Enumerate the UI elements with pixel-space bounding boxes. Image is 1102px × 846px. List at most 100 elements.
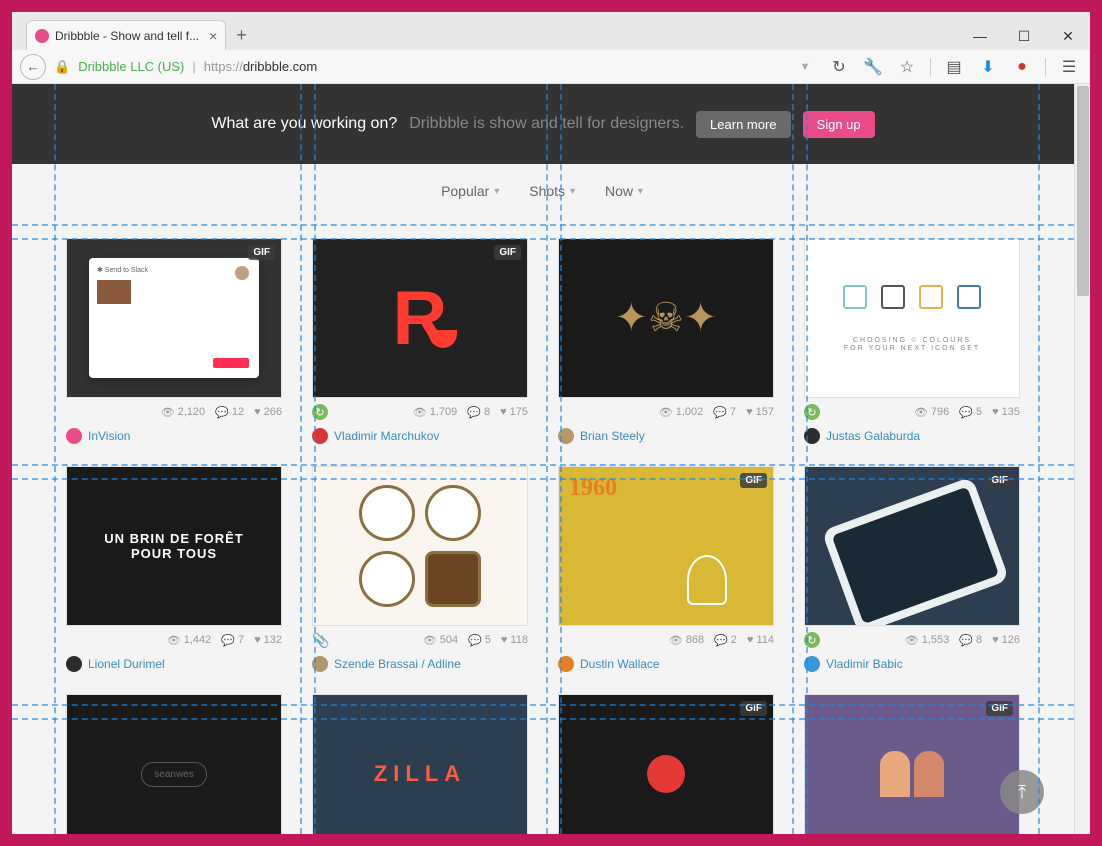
gif-badge: GIF — [740, 701, 767, 716]
shot-thumbnail[interactable]: UN BRIN DE FORÊTPOUR TOUS — [66, 466, 282, 626]
learn-more-button[interactable]: Learn more — [696, 111, 790, 138]
filter-popular[interactable]: Popular▼ — [441, 183, 501, 199]
views-stat: 👁796 — [914, 406, 949, 419]
bookmark-star-icon[interactable]: ☆ — [894, 54, 920, 80]
shot-thumbnail[interactable]: GIF — [558, 694, 774, 834]
shot-thumbnail[interactable]: GIF — [804, 466, 1020, 626]
back-to-top-button[interactable]: ⤒ — [1000, 770, 1044, 814]
devtools-icon[interactable]: 🔧 — [860, 54, 886, 80]
rebound-icon: ↻ — [312, 404, 328, 420]
eye-icon: 👁 — [413, 406, 427, 419]
shot-card: CHOOSING ⟐ COLOURSFOR YOUR NEXT ICON SET… — [804, 238, 1020, 444]
views-stat: 👁1,553 — [905, 634, 950, 647]
comments-stat: 💬5 — [468, 634, 491, 647]
author-name[interactable]: InVision — [88, 429, 130, 443]
heart-icon: ♥ — [747, 634, 754, 646]
gif-badge: GIF — [986, 701, 1013, 716]
url-separator: | — [192, 59, 195, 74]
shot-card: seanwes — [66, 694, 282, 834]
shot-author[interactable]: InVision — [66, 428, 282, 444]
views-stat: 👁504 — [423, 634, 458, 647]
shot-thumbnail[interactable]: ✦☠✦ — [558, 238, 774, 398]
shot-author[interactable]: Dustin Wallace — [558, 656, 774, 672]
comments-stat: 💬5 — [959, 406, 982, 419]
shot-thumbnail[interactable]: GIF — [804, 694, 1020, 834]
author-name[interactable]: Lionel Durimel — [88, 657, 165, 671]
heart-icon: ♥ — [254, 634, 261, 646]
shots-grid: ✱ Send to Slack GIF 👁2,120 💬12 ♥266 InVi… — [12, 218, 1074, 834]
maximize-button[interactable]: ☐ — [1002, 22, 1046, 50]
eye-icon: 👁 — [905, 634, 919, 647]
close-tab-icon[interactable]: × — [209, 28, 217, 44]
shot-thumbnail[interactable]: seanwes — [66, 694, 282, 834]
shot-thumbnail[interactable]: 1960 GIF — [558, 466, 774, 626]
likes-stat: ♥175 — [500, 406, 528, 418]
author-name[interactable]: Brian Steely — [580, 429, 645, 443]
back-button[interactable]: ← — [20, 54, 46, 80]
viewport: What are you working on? Dribbble is sho… — [12, 84, 1090, 834]
shot-thumbnail[interactable]: ZILLA — [312, 694, 528, 834]
avatar — [558, 428, 574, 444]
author-name[interactable]: Szende Brassai / Adline — [334, 657, 461, 671]
eye-icon: 👁 — [659, 406, 673, 419]
avatar — [804, 656, 820, 672]
shot-thumbnail[interactable]: CHOOSING ⟐ COLOURSFOR YOUR NEXT ICON SET — [804, 238, 1020, 398]
shot-thumbnail[interactable] — [312, 466, 528, 626]
views-stat: 👁1,002 — [659, 406, 704, 419]
shot-author[interactable]: Vladimir Marchukov — [312, 428, 528, 444]
filter-shots[interactable]: Shots▼ — [529, 183, 577, 199]
scrollbar-thumb[interactable] — [1077, 86, 1089, 296]
author-name[interactable]: Dustin Wallace — [580, 657, 660, 671]
shot-stats: 📎 👁504 💬5 ♥118 — [312, 626, 528, 654]
heart-icon: ♥ — [254, 406, 261, 418]
gif-badge: GIF — [494, 245, 521, 260]
shot-author[interactable]: Szende Brassai / Adline — [312, 656, 528, 672]
chevron-down-icon: ▼ — [492, 186, 501, 196]
close-window-button[interactable]: ✕ — [1046, 22, 1090, 50]
shot-row: seanwes ZILLA GIF GIF — [66, 694, 1020, 834]
views-stat: 👁1,709 — [413, 406, 458, 419]
downloads-icon[interactable]: ⬇ — [975, 54, 1001, 80]
reader-icon[interactable]: ▤ — [941, 54, 967, 80]
minimize-button[interactable]: — — [958, 22, 1002, 50]
comments-stat: 💬12 — [215, 406, 244, 419]
menu-button[interactable]: ☰ — [1056, 54, 1082, 80]
filter-now[interactable]: Now▼ — [605, 183, 645, 199]
site-identity[interactable]: Dribbble LLC (US) — [78, 59, 184, 74]
shot-author[interactable]: Justas Galaburda — [804, 428, 1020, 444]
toolbar-separator — [930, 58, 931, 76]
sign-up-button[interactable]: Sign up — [803, 111, 875, 138]
likes-stat: ♥114 — [747, 634, 774, 646]
comment-icon: 💬 — [713, 406, 727, 419]
shot-thumbnail[interactable]: ✱ Send to Slack GIF — [66, 238, 282, 398]
url-field[interactable]: https://dribbble.com — [204, 59, 317, 74]
eye-icon: 👁 — [669, 634, 683, 647]
shot-card: GIF — [558, 694, 774, 834]
shot-card: ZILLA — [312, 694, 528, 834]
shot-row: ✱ Send to Slack GIF 👁2,120 💬12 ♥266 InVi… — [66, 238, 1020, 444]
shot-thumbnail[interactable]: R GIF — [312, 238, 528, 398]
shot-author[interactable]: Vladimir Babic — [804, 656, 1020, 672]
comment-icon: 💬 — [221, 634, 235, 647]
shot-card: 📎 👁504 💬5 ♥118 Szende Brassai / Adline — [312, 466, 528, 672]
new-tab-button[interactable]: + — [226, 25, 257, 50]
shot-stats: ↻ 👁796 💬5 ♥135 — [804, 398, 1020, 426]
author-name[interactable]: Vladimir Babic — [826, 657, 903, 671]
reload-button[interactable]: ↻ — [826, 54, 852, 80]
shot-author[interactable]: Lionel Durimel — [66, 656, 282, 672]
author-name[interactable]: Justas Galaburda — [826, 429, 920, 443]
comments-stat: 💬2 — [714, 634, 737, 647]
views-stat: 👁868 — [669, 634, 704, 647]
scrollbar[interactable] — [1074, 84, 1090, 834]
eye-icon: 👁 — [161, 406, 175, 419]
shot-stats: 👁1,002 💬7 ♥157 — [558, 398, 774, 426]
chevron-down-icon: ▼ — [636, 186, 645, 196]
author-name[interactable]: Vladimir Marchukov — [334, 429, 439, 443]
profile-icon[interactable]: ● — [1009, 54, 1035, 80]
tab-strip: Dribbble - Show and tell f... × + — [12, 20, 257, 50]
comment-icon: 💬 — [959, 634, 973, 647]
tab-active[interactable]: Dribbble - Show and tell f... × — [26, 20, 226, 50]
avatar — [66, 656, 82, 672]
dropdown-icon[interactable]: ▼ — [792, 54, 818, 80]
shot-author[interactable]: Brian Steely — [558, 428, 774, 444]
